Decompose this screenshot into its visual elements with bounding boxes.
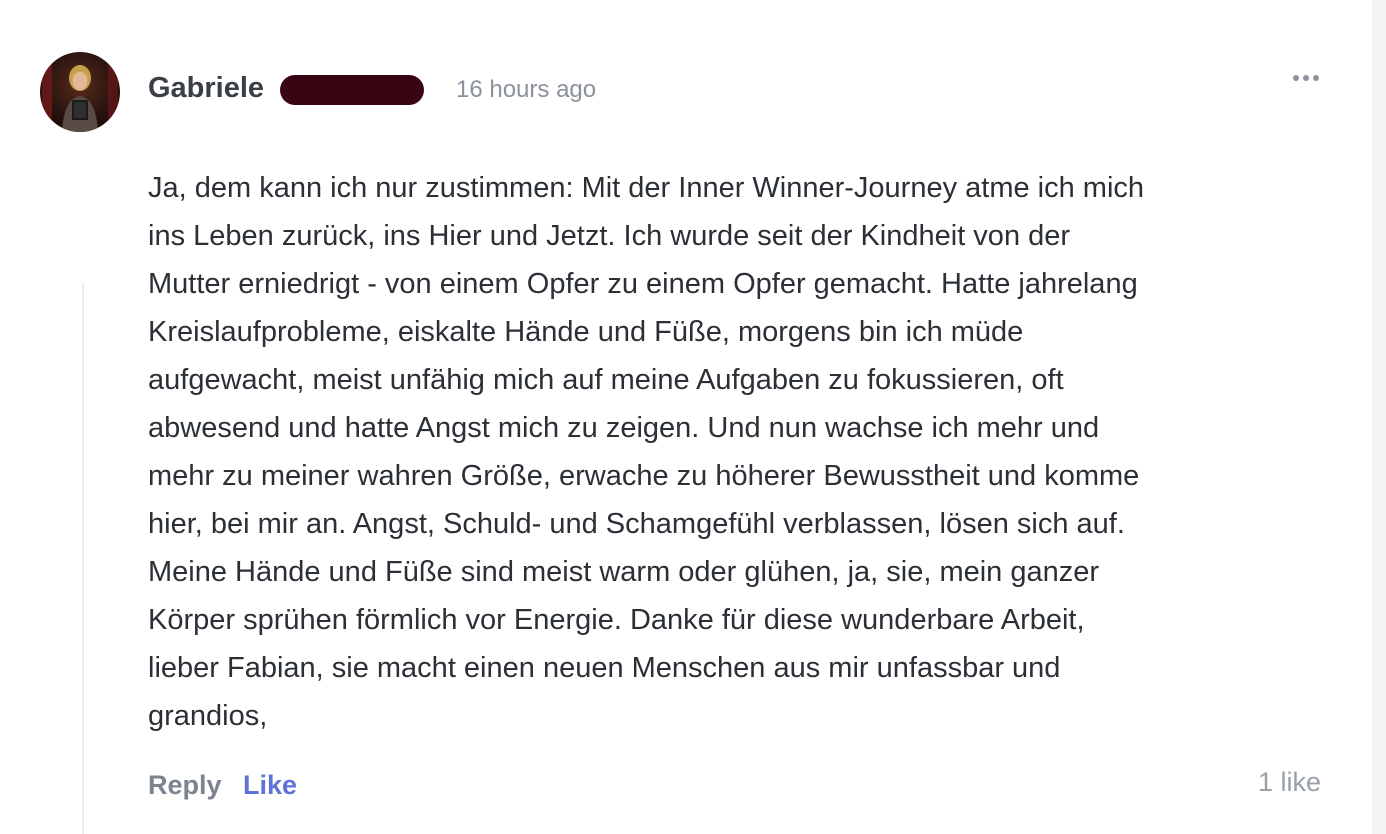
scrollbar-track[interactable] [1372,0,1386,834]
comment-line: Meine Hände und Füße sind meist warm ode… [148,556,1100,588]
comment-container: Gabriele 16 hours ago Ja, dem kann ich n… [0,0,1372,834]
comment-line: abwesend und hatte Angst mich zu zeigen.… [148,412,1100,444]
more-options-icon[interactable] [1288,62,1324,94]
like-button[interactable]: Like [243,770,297,801]
comment-line: aufgewacht, meist unfähig mich auf meine… [148,364,1064,396]
comment-line: Ja, dem kann ich nur zustimmen: Mit der … [148,172,1145,204]
like-count: 1 like [1258,767,1322,797]
author-name[interactable]: Gabriele [148,72,264,105]
redacted-surname [280,75,424,105]
comment-line: ins Leben zurück, ins Hier und Jetzt. Ic… [148,220,1071,252]
comment-timestamp[interactable]: 16 hours ago [456,76,596,104]
user-avatar-photo-icon [40,52,120,132]
comment-line: Kreislaufprobleme, eiskalte Hände und Fü… [148,316,1024,348]
comment-line: lieber Fabian, sie macht einen neuen Men… [148,652,1061,684]
reply-button[interactable]: Reply [148,770,222,801]
avatar[interactable] [40,52,120,132]
menu-dot [1293,75,1299,81]
comment-line: grandios, [148,700,268,732]
menu-dot [1313,75,1319,81]
menu-dot [1303,75,1309,81]
comment-line: hier, bei mir an. Angst, Schuld- und Sch… [148,508,1125,540]
comment-line: mehr zu meiner wahren Größe, erwache zu … [148,460,1140,492]
comment-line: Mutter erniedrigt - von einem Opfer zu e… [148,268,1138,300]
thread-line [82,282,84,834]
comment-body: Ja, dem kann ich nur zustimmen: Mit der … [148,164,1298,740]
comment-line: Körper sprühen förmlich vor Energie. Dan… [148,604,1085,636]
